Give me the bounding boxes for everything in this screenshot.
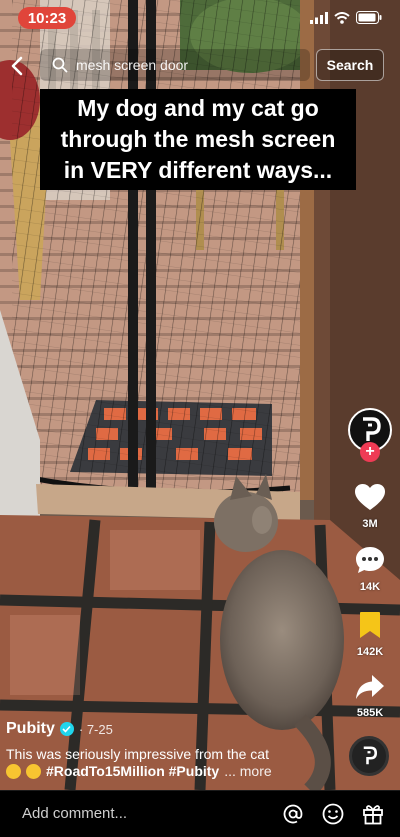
author-name[interactable]: Pubity [6, 720, 55, 738]
comment-bar: Add comment... [0, 790, 400, 837]
battery-icon [356, 11, 382, 24]
save-count: 142K [356, 646, 384, 658]
gift-icon[interactable] [362, 803, 384, 825]
pubity-logo-icon [363, 417, 381, 441]
more-link[interactable]: ... more [224, 763, 271, 780]
hashtags[interactable]: #RoadTo15Million #Pubity [46, 763, 219, 780]
save-button[interactable]: 142K [344, 611, 396, 658]
like-count: 3M [362, 518, 378, 530]
chevron-left-icon [11, 56, 23, 76]
like-button[interactable]: 3M [344, 484, 396, 530]
author-line: Pubity · 7-25 [6, 718, 336, 740]
search-query: mesh screen door [76, 57, 189, 73]
search-icon [52, 57, 68, 73]
share-arrow-icon [356, 675, 384, 699]
laughing-emoji-icon [26, 764, 41, 779]
comment-count: 14K [359, 581, 381, 593]
laughing-emoji-icon [6, 764, 21, 779]
comment-bubble-icon [356, 547, 384, 573]
wifi-icon [334, 11, 350, 24]
status-icons [310, 11, 382, 24]
post-description: This was seriously impressive from the c… [6, 746, 269, 762]
video-caption: My dog and my cat go through the mesh sc… [40, 89, 356, 190]
share-button[interactable]: 585K [344, 674, 396, 719]
back-button[interactable] [4, 53, 30, 79]
sound-disc[interactable] [349, 736, 389, 776]
post-date: · 7-25 [78, 721, 113, 737]
verified-badge-icon [59, 722, 74, 736]
share-count: 585K [356, 707, 384, 719]
comment-bar-icons [282, 803, 384, 825]
clock-pill[interactable]: 10:23 [18, 7, 76, 29]
comment-input[interactable]: Add comment... [22, 805, 127, 822]
heart-icon [355, 484, 385, 510]
status-bar: 10:23 [0, 0, 400, 38]
post-info: Pubity · 7-25 This was seriously impress… [6, 718, 336, 780]
cellular-signal-icon [310, 11, 328, 24]
search-input[interactable]: mesh screen door [40, 49, 310, 81]
mention-icon[interactable] [282, 803, 304, 825]
bookmark-icon [360, 612, 380, 638]
pubity-logo-icon [363, 746, 378, 765]
emoji-icon[interactable] [322, 803, 344, 825]
hashtag-line: #RoadTo15Million #Pubity ... more [6, 763, 336, 780]
comment-button[interactable]: 14K [344, 546, 396, 593]
search-button[interactable]: Search [316, 49, 384, 81]
follow-button[interactable]: + [360, 442, 380, 462]
